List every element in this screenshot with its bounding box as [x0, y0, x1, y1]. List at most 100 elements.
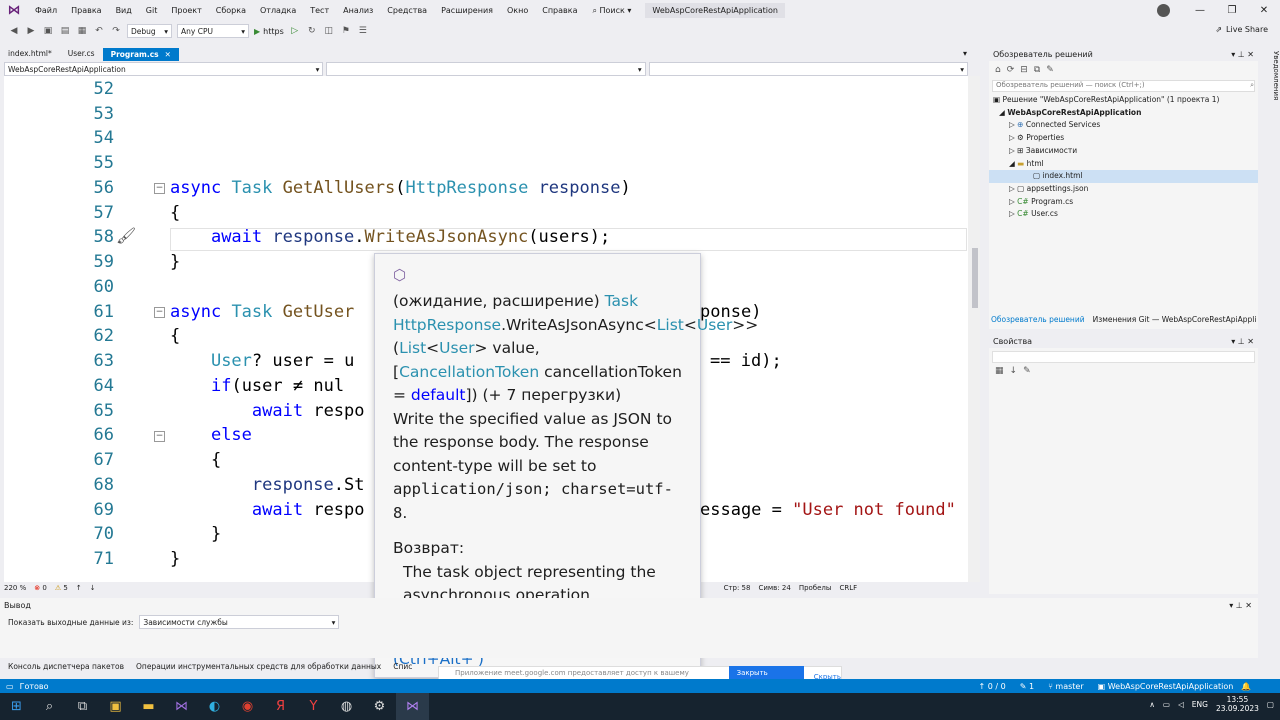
close-icon[interactable]: ✕ — [1245, 601, 1252, 610]
visual-studio-active-icon[interactable]: ⋈ — [396, 693, 429, 720]
fold-toggle-icon[interactable]: − — [154, 307, 165, 318]
repo-status[interactable]: ▣ WebAspCoreRestApiApplication — [1098, 682, 1234, 691]
redo-icon[interactable]: ↷ — [110, 25, 122, 37]
tab-list[interactable]: Спис — [393, 662, 412, 671]
categorized-icon[interactable]: ▦ — [995, 366, 1004, 376]
menu-test[interactable]: Тест — [303, 6, 336, 15]
menu-analyze[interactable]: Анализ — [336, 6, 380, 15]
quick-actions-icon[interactable]: 🖌 — [116, 226, 136, 245]
git-branch-status[interactable]: ⑂ master — [1048, 682, 1084, 691]
arrow-down-icon[interactable]: ↓ — [90, 584, 96, 592]
menu-edit[interactable]: Правка — [64, 6, 108, 15]
search-icon[interactable]: ⌕ — [33, 693, 66, 720]
tab-git-changes[interactable]: Изменения Git — WebAspCoreRestApiApplic.… — [1093, 315, 1256, 324]
warnings-indicator[interactable]: ⚠ 5 — [55, 584, 68, 592]
open-icon[interactable]: ▤ — [59, 25, 71, 37]
line-endings[interactable]: CRLF — [839, 584, 857, 592]
tab-solution-explorer[interactable]: Обозреватель решений — [991, 315, 1085, 324]
solution-search-input[interactable]: Обозреватель решений — поиск (Ctrl+;) ⌕ — [992, 80, 1255, 92]
notifications-bell-icon[interactable]: 🔔 — [1241, 682, 1251, 691]
search-box[interactable]: ⌕ Поиск ▾ — [584, 6, 639, 16]
alphabetical-icon[interactable]: ↓ — [1010, 366, 1018, 376]
live-share-button[interactable]: ⇗ Live Share — [1215, 25, 1268, 34]
tree-index-html[interactable]: ▢ index.html — [989, 170, 1258, 183]
visual-studio-logo[interactable]: ⋈ — [0, 0, 28, 21]
bookmark-icon[interactable]: ⚑ — [340, 25, 352, 37]
notifications-side-tab[interactable]: Уведомления — [1262, 47, 1280, 667]
yandex-browser-icon[interactable]: Я — [264, 693, 297, 720]
pin-icon[interactable]: ⊥ — [1236, 601, 1243, 610]
editor-vertical-scrollbar[interactable] — [968, 76, 980, 582]
tab-program-cs[interactable]: Program.cs ✕ — [102, 48, 179, 61]
collapse-icon[interactable]: ⊟ — [1020, 65, 1028, 75]
member-select[interactable]: ▾ — [648, 62, 968, 76]
menu-project[interactable]: Проект — [164, 6, 208, 15]
menu-file[interactable]: Файл — [28, 6, 64, 15]
git-commits-status[interactable]: ✎ 1 — [1020, 682, 1034, 691]
back-icon[interactable]: ◀ — [8, 25, 20, 37]
properties-object-select[interactable] — [992, 351, 1255, 363]
restore-icon[interactable]: ❐ — [1216, 5, 1248, 16]
menu-window[interactable]: Окно — [500, 6, 535, 15]
undo-icon[interactable]: ↶ — [93, 25, 105, 37]
new-item-icon[interactable]: ▣ — [42, 25, 54, 37]
errors-indicator[interactable]: ⊗ 0 — [34, 584, 47, 592]
pin-icon[interactable]: ⊥ — [1238, 337, 1245, 346]
pin-icon[interactable]: ⊥ — [1238, 50, 1245, 59]
close-icon[interactable]: ✕ — [1248, 5, 1280, 16]
github-desktop-icon[interactable]: ◍ — [330, 693, 363, 720]
clock[interactable]: 13:55 23.09.2023 — [1216, 695, 1259, 713]
browser-icon[interactable]: ◫ — [323, 25, 335, 37]
dropdown-icon[interactable]: ▾ — [1229, 601, 1233, 610]
show-all-icon[interactable]: ⧉ — [1034, 65, 1040, 75]
whitespace-mode[interactable]: Пробелы — [799, 584, 832, 592]
close-icon[interactable]: ✕ — [1247, 337, 1254, 346]
type-select[interactable]: ▾ — [326, 62, 646, 76]
property-pages-icon[interactable]: ✎ — [1023, 366, 1031, 376]
menu-tools[interactable]: Средства — [380, 6, 434, 15]
zoom-level[interactable]: 220 % — [4, 584, 26, 592]
fold-toggle-icon[interactable]: − — [154, 183, 165, 194]
menu-extensions[interactable]: Расширения — [434, 6, 500, 15]
visual-studio-icon[interactable]: ⋈ — [165, 693, 198, 720]
tree-program-cs[interactable]: ▷ C# Program.cs — [989, 196, 1258, 209]
tree-appsettings[interactable]: ▷ ▢ appsettings.json — [989, 183, 1258, 196]
arrow-up-icon[interactable]: ↑ — [76, 584, 82, 592]
menu-debug[interactable]: Отладка — [253, 6, 303, 15]
settings-app-icon[interactable]: ⚙ — [363, 693, 396, 720]
task-view-icon[interactable]: ⧉ — [66, 693, 99, 720]
store-icon[interactable]: ▣ — [99, 693, 132, 720]
yandex-icon[interactable]: Y — [297, 693, 330, 720]
menu-help[interactable]: Справка — [535, 6, 584, 15]
output-source-select[interactable]: Зависимости службы ▾ — [139, 615, 340, 629]
tree-connected-services[interactable]: ▷ ⊕ Connected Services — [989, 119, 1258, 132]
tree-project[interactable]: ◢ WebAspCoreRestApiApplication — [989, 107, 1258, 120]
tab-user-cs[interactable]: User.cs — [60, 48, 103, 61]
wrench-icon[interactable]: ✎ — [1046, 65, 1054, 75]
menu-view[interactable]: Вид — [109, 6, 139, 15]
tab-package-manager-console[interactable]: Консоль диспетчера пакетов — [8, 662, 124, 671]
minimize-icon[interactable]: — — [1184, 5, 1216, 16]
chrome-icon[interactable]: ◉ — [231, 693, 264, 720]
menu-git[interactable]: Git — [139, 6, 165, 15]
notification-center-icon[interactable]: ▢ — [1267, 700, 1274, 709]
editor-scrollbar-thumb[interactable] — [972, 248, 978, 308]
close-tab-icon[interactable]: ✕ — [165, 50, 171, 59]
platform-select[interactable]: Any CPU ▾ — [177, 24, 249, 38]
tree-user-cs[interactable]: ▷ C# User.cs — [989, 208, 1258, 221]
tray-overflow-icon[interactable]: ∧ — [1149, 700, 1155, 709]
volume-icon[interactable]: ◁ — [1178, 700, 1184, 709]
language-indicator[interactable]: ENG — [1192, 700, 1208, 709]
tree-solution[interactable]: ▣ Решение "WebAspCoreRestApiApplication"… — [989, 94, 1258, 107]
windows-start-icon[interactable]: ⊞ — [0, 693, 33, 720]
forward-icon[interactable]: ▶ — [25, 25, 37, 37]
save-icon[interactable]: ▦ — [76, 25, 88, 37]
run-button[interactable]: ▶ https — [254, 27, 284, 36]
git-changes-status[interactable]: ↑ 0 / 0 — [979, 682, 1006, 691]
file-explorer-icon[interactable]: ▬ — [132, 693, 165, 720]
avatar[interactable] — [1157, 4, 1170, 17]
tree-html-folder[interactable]: ◢ ▬ html — [989, 158, 1258, 171]
refresh-icon[interactable]: ↻ — [306, 25, 318, 37]
tree-dependencies[interactable]: ▷ ⊞ Зависимости — [989, 145, 1258, 158]
tab-list-dropdown-icon[interactable]: ▾ — [963, 49, 967, 58]
